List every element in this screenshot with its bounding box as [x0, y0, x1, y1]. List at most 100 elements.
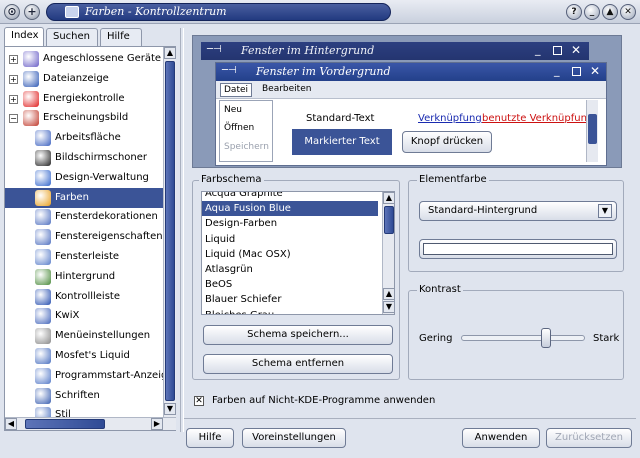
window-title: Farben - Kontrollzentrum [46, 3, 391, 21]
tree-item[interactable]: Arbeitsfläche [5, 128, 163, 148]
tree-item[interactable]: Farben [5, 187, 163, 208]
active-window[interactable]: ─⊣ Fenster im Vordergrund _ ✕ Datei Bear… [215, 62, 607, 166]
tree-item[interactable]: + Angeschlossene Geräte [5, 49, 163, 69]
tree-item[interactable]: Kontrollleiste [5, 287, 163, 307]
contrast-group: Kontrast Gering Stark [408, 284, 624, 380]
inactive-window-close-icon[interactable]: ✕ [571, 43, 581, 57]
menu-datei[interactable]: Datei [220, 83, 253, 97]
inactive-window-maximize-icon[interactable] [553, 46, 562, 55]
expander-icon[interactable]: + [9, 55, 18, 64]
help-icon[interactable]: ? [566, 4, 582, 20]
contrast-slider-track[interactable] [461, 335, 585, 341]
link-sample[interactable]: Verknüpfung [418, 113, 482, 124]
color-scheme-list[interactable]: Acqua Graphite Aqua Fusion Blue Design-Far… [201, 191, 395, 315]
element-select[interactable]: Standard-Hintergrund ▼ [419, 201, 617, 221]
module-icon [35, 348, 51, 364]
tree-item[interactable]: Fensterdekorationen [5, 207, 163, 227]
maximize-icon[interactable]: ▲ [602, 4, 618, 20]
tree-item[interactable]: Fensterleiste [5, 247, 163, 267]
tree-item-label: Arbeitsfläche [55, 132, 121, 144]
scheme-list-item[interactable]: Atlasgrün [202, 262, 378, 277]
help-button[interactable]: Hilfe [186, 428, 234, 448]
contrast-slider-thumb[interactable] [540, 328, 551, 348]
scheme-scroll-up-icon[interactable]: ▲ [383, 192, 394, 204]
apply-button[interactable]: Anwenden [462, 428, 540, 448]
tab-index[interactable]: Index [4, 27, 44, 47]
push-button-sample[interactable]: Knopf drücken [402, 131, 492, 153]
scheme-list-item[interactable]: Aqua Fusion Blue [202, 201, 378, 217]
defaults-button[interactable]: Voreinstellungen [242, 428, 346, 448]
color-button[interactable] [419, 239, 617, 259]
expander-icon[interactable]: + [9, 74, 18, 84]
active-window-minimize-icon[interactable]: _ [554, 64, 560, 77]
scheme-list-item[interactable]: BeOS [202, 277, 378, 292]
tree-item[interactable]: − Erscheinungsbild [5, 108, 163, 128]
scroll-left-arrow-icon[interactable]: ◀ [5, 418, 17, 430]
scroll-up-arrow-icon[interactable]: ▲ [164, 47, 176, 59]
menu-bearbeiten[interactable]: Bearbeiten [262, 84, 311, 94]
inactive-window-pin-icon: ─⊣ [207, 44, 222, 55]
tree-item[interactable]: + Dateianzeige [5, 69, 163, 89]
tree-hscrollbar[interactable]: ◀ ▶ [5, 417, 176, 430]
title-bar[interactable]: ⊙ + Farben - Kontrollzentrum ? _ ▲ ✕ [0, 0, 640, 24]
apply-nonkde-checkbox[interactable]: ✕ [194, 396, 204, 406]
scroll-right-arrow-icon[interactable]: ▶ [151, 418, 163, 430]
color-preview[interactable]: ─⊣ Fenster im Hintergrund _ ✕ ─⊣ Fenster… [192, 35, 622, 168]
module-icon [35, 249, 51, 265]
menu-item-neu[interactable]: Neu [224, 105, 242, 115]
tree-item[interactable]: Mosfet's Liquid [5, 346, 163, 366]
module-icon [23, 110, 39, 127]
scheme-scrollbar[interactable]: ▲ ▲ ▼ [382, 192, 394, 314]
tree-item[interactable]: + Energiekontrolle [5, 89, 163, 109]
inactive-window-titlebar[interactable]: ─⊣ Fenster im Hintergrund _ ✕ [201, 42, 589, 60]
menu-item-oeffnen[interactable]: Öffnen [224, 123, 254, 133]
tree-item[interactable]: Menüeinstellungen [5, 326, 163, 346]
tree-item[interactable]: Hintergrund [5, 267, 163, 287]
scheme-list-item[interactable]: Blauer Schiefer [202, 292, 378, 307]
remove-scheme-button[interactable]: Schema entfernen [203, 354, 393, 374]
tree-item[interactable]: Programmstart-Anzeig [5, 366, 163, 386]
tree-item[interactable]: Bildschirmschoner [5, 148, 163, 168]
tree-vscrollbar[interactable]: ▲ ▼ [163, 47, 176, 417]
scheme-list-item[interactable]: Liquid (Mac OSX) [202, 247, 378, 262]
tree-scroll-thumb[interactable] [165, 61, 175, 401]
tree-item[interactable]: Stil [5, 405, 163, 417]
close-icon[interactable]: ✕ [620, 4, 636, 20]
chevron-down-icon[interactable]: ▼ [598, 204, 612, 218]
inactive-window-minimize-icon[interactable]: _ [535, 43, 541, 56]
visited-link-sample[interactable]: benutzte Verknüpfung [482, 113, 593, 124]
scheme-scroll-up2-icon[interactable]: ▲ [383, 288, 394, 300]
module-icon [23, 51, 39, 67]
preview-scrollbar[interactable] [586, 100, 598, 162]
scheme-scroll-down-icon[interactable]: ▼ [383, 301, 394, 313]
module-tree[interactable]: + Angeschlossene Geräte + Dateianzeige + Ener… [4, 46, 176, 431]
tree-item[interactable]: KwiX [5, 306, 163, 326]
scheme-list-item[interactable]: Bleiches Grau [202, 308, 378, 314]
active-window-close-icon[interactable]: ✕ [590, 64, 600, 78]
tab-hilfe[interactable]: Hilfe [100, 28, 142, 46]
tab-suchen[interactable]: Suchen [46, 28, 98, 46]
active-window-title: Fenster im Vordergrund [256, 65, 391, 78]
expander-icon[interactable]: + [9, 94, 18, 104]
preview-dropdown-menu: Neu Öffnen Speichern [219, 100, 273, 162]
expander-icon[interactable]: − [9, 114, 18, 124]
scheme-list-item[interactable]: Liquid [202, 232, 378, 247]
window-menu-icon[interactable]: ⊙ [4, 4, 20, 20]
preview-scroll-thumb[interactable] [588, 114, 597, 144]
tree-item[interactable]: Schriften [5, 386, 163, 406]
sticky-icon[interactable]: + [24, 4, 40, 20]
splitter[interactable] [180, 28, 184, 432]
tree-hscroll-thumb[interactable] [25, 419, 105, 429]
module-icon [23, 90, 39, 107]
save-scheme-button[interactable]: Schema speichern... [203, 325, 393, 345]
scroll-down-arrow-icon[interactable]: ▼ [164, 403, 176, 415]
minimize-icon[interactable]: _ [584, 4, 600, 20]
scheme-scroll-thumb[interactable] [384, 206, 394, 234]
tree-item[interactable]: Fenstereigenschaften [5, 227, 163, 247]
window-title-text: Farben - Kontrollzentrum [85, 5, 227, 18]
active-window-titlebar[interactable]: ─⊣ Fenster im Vordergrund _ ✕ [216, 63, 606, 81]
active-window-maximize-icon[interactable] [572, 67, 581, 76]
scheme-list-item[interactable]: Acqua Graphite [202, 192, 378, 201]
scheme-list-item[interactable]: Design-Farben [202, 216, 378, 231]
tree-item[interactable]: Design-Verwaltung [5, 168, 163, 188]
